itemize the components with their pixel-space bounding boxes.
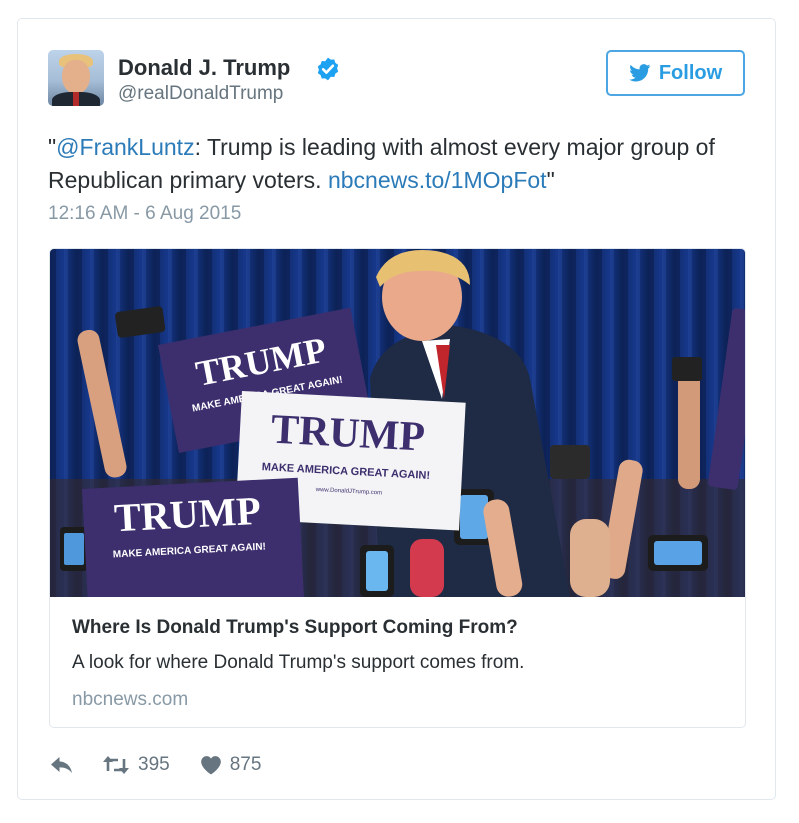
follow-label: Follow <box>658 61 723 84</box>
retweet-button[interactable]: 395 <box>102 754 170 776</box>
avatar[interactable] <box>48 50 104 106</box>
link-card[interactable]: TRUMP MAKE AMERICA GREAT AGAIN! TRUMP MA… <box>49 248 746 728</box>
sign-2-main-text: TRUMP <box>270 407 426 461</box>
card-image: TRUMP MAKE AMERICA GREAT AGAIN! TRUMP MA… <box>50 249 745 597</box>
author-handle[interactable]: @realDonaldTrump <box>118 83 283 105</box>
verified-badge-icon <box>317 57 339 81</box>
avatar-tie <box>73 92 79 106</box>
mention-link[interactable]: @FrankLuntz <box>56 134 194 160</box>
author-name[interactable]: Donald J. Trump <box>118 55 290 81</box>
tweet-open-quote: " <box>48 134 57 160</box>
avatar-face <box>62 60 90 94</box>
tweet-close-quote: " <box>546 167 555 193</box>
embedded-tweet: Donald J. Trump @realDonaldTrump Follow … <box>17 18 776 800</box>
card-title[interactable]: Where Is Donald Trump's Support Coming F… <box>72 617 518 639</box>
short-url-link[interactable]: nbcnews.to/1MOpFot <box>328 167 547 193</box>
reply-icon <box>51 757 72 773</box>
twitter-bird-icon <box>629 64 651 82</box>
card-domain: nbcnews.com <box>72 689 189 710</box>
reply-button[interactable] <box>50 755 74 775</box>
like-count: 875 <box>229 754 262 775</box>
follow-button[interactable]: Follow <box>606 50 745 96</box>
tweet-timestamp[interactable]: 12:16 AM - 6 Aug 2015 <box>48 203 241 225</box>
retweet-icon <box>103 756 129 774</box>
campaign-sign-3: TRUMP MAKE AMERICA GREAT AGAIN! <box>82 477 304 597</box>
card-description: A look for where Donald Trump's support … <box>72 652 525 673</box>
heart-icon <box>200 756 221 775</box>
tweet-text: "@FrankLuntz: Trump is leading with almo… <box>48 131 748 197</box>
tweet-actions: 395 875 <box>50 752 261 778</box>
retweet-count: 395 <box>138 754 170 775</box>
like-button[interactable]: 875 <box>200 754 262 776</box>
sign-3-main-text: TRUMP <box>113 488 262 541</box>
